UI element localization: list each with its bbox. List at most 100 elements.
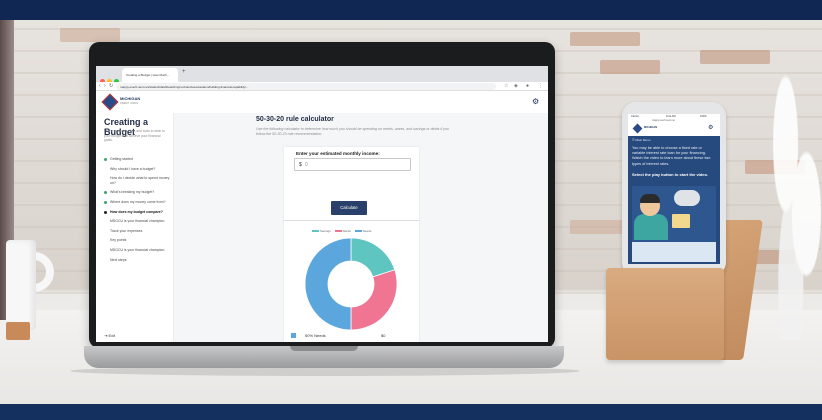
brand-name: MICHIGAN (120, 96, 141, 101)
phone-brand-name: MICHIGAN (644, 126, 658, 129)
brand-sub: CREDIT UNION (120, 102, 139, 105)
menu-label: Main Menu (635, 138, 651, 142)
legend-label: Needs (362, 229, 372, 233)
sidebar-item-why-budget[interactable]: Why should I have a budget? (104, 167, 172, 172)
page-description: Use the following calculator to determin… (256, 127, 449, 136)
legend-needs[interactable]: Needs (354, 229, 372, 233)
gear-icon[interactable]: ⚙ (532, 97, 539, 106)
sidebar-item-track-expenses[interactable]: Track your expenses (104, 229, 172, 234)
sidebar-item-money-from[interactable]: Where does my money come from? (104, 200, 172, 205)
sidebar-item-decide-spend[interactable]: How do I decide what to spend money on? (104, 176, 172, 185)
legend-swatch (312, 230, 319, 233)
legend-wants[interactable]: Wants (334, 229, 351, 233)
main-content: 50-30-20 rule calculator Use the followi… (174, 113, 548, 342)
sidebar-item-label: Where does my money come from? (110, 199, 166, 204)
sidebar-item-budget-compare[interactable]: How does my budget compare? (104, 210, 172, 215)
battery: 100% (700, 115, 707, 118)
clock: 9:41 AM (666, 115, 676, 118)
menu-icon[interactable]: ⋮ (538, 83, 543, 89)
exit-button[interactable]: ⇥ Exit (104, 333, 115, 338)
calculator-card: Enter your estimated monthly income: $ 0… (284, 147, 419, 342)
complete-dot-icon (104, 191, 107, 195)
forward-icon[interactable]: › (104, 83, 106, 89)
sidebar-item-label: MSGCU is your financial champion. (110, 219, 166, 224)
current-dot-icon (104, 210, 107, 214)
phone-main-menu[interactable]: ☰ Main Menu (632, 138, 650, 142)
sidebar-item-breaking-budget[interactable]: What's breaking my budget? (104, 190, 172, 195)
window-controls (100, 71, 122, 84)
income-input[interactable]: $ 0 (294, 158, 411, 171)
result-value: $0 (381, 333, 386, 338)
brick (60, 28, 120, 42)
legend-label: Wants (342, 229, 351, 233)
currency-symbol: $ (299, 162, 302, 168)
complete-dot-icon (104, 158, 107, 161)
sidebar-item-label: How do I decide what to spend money on? (110, 176, 170, 185)
stand-front (606, 268, 724, 360)
needs-swatch (291, 333, 296, 338)
sidebar-item-label: What's breaking my budget? (110, 190, 155, 195)
sidebar-item-label: Why should I have a budget? (110, 166, 156, 171)
brick (700, 50, 770, 64)
result-label: 50% Needs (305, 333, 326, 338)
income-value: 0 (305, 162, 308, 168)
url-field[interactable]: mappy.everfi-next.net/student/dashboard/… (116, 83, 496, 90)
sidebar-item-next-steps[interactable]: Next steps (104, 258, 172, 263)
bottom-band (0, 404, 822, 420)
legend-label: Savings (320, 229, 331, 233)
chart-legend: Savings Wants Needs (312, 229, 412, 235)
brick (570, 220, 630, 234)
top-band (0, 0, 822, 20)
reload-icon[interactable]: ↻ (109, 83, 113, 89)
extensions-icon[interactable]: ◈ (514, 83, 518, 89)
page-title: 50-30-20 rule calculator (256, 116, 334, 123)
divider (284, 220, 419, 221)
sidebar-item-label: Getting started (110, 157, 133, 161)
sidebar-item-label: Key points (110, 238, 127, 243)
profile-icon[interactable]: ● (526, 83, 529, 89)
sidebar-item-champion[interactable]: MSGCU is your financial champion. (104, 219, 172, 224)
sidebar-nav: Getting started Why should I have a budg… (104, 157, 172, 267)
back-icon[interactable]: ‹ (99, 83, 101, 89)
app-header: MICHIGAN CREDIT UNION ⚙ (96, 91, 548, 113)
gear-icon[interactable]: ⚙ (708, 124, 713, 131)
exit-label: Exit (108, 333, 116, 338)
person-body (634, 214, 668, 240)
document-icon (672, 214, 690, 228)
legend-swatch (354, 230, 362, 233)
person-hair (640, 194, 660, 203)
phone-instruction: Select the play button to start the vide… (632, 172, 709, 177)
app: MICHIGAN CREDIT UNION ⚙ Creating a Budge… (96, 91, 548, 342)
star-icon[interactable]: ☆ (504, 83, 508, 89)
mug-coaster (6, 322, 30, 340)
course-description: Learn strategies, tips, and tools to sti… (104, 129, 165, 142)
sidebar-item-key-points[interactable]: Key points (104, 238, 172, 243)
sidebar-item-label: MSGCU is your financial champion. (110, 247, 166, 252)
sidebar-item-label: Next steps (110, 257, 127, 262)
thought-cloud-icon (674, 190, 700, 206)
phone-screen: Carrier 9:41 AM 100% mappy.everfi-next.n… (628, 114, 720, 264)
browser-tabbar: Creating a Budget | How Much... + (96, 66, 548, 84)
sidebar-item-champion-2[interactable]: MSGCU is your financial champion. (104, 248, 172, 253)
phone-bottom-panel (632, 242, 716, 262)
flowers-decor (770, 60, 822, 340)
sidebar-item-label: Track your expenses (110, 228, 143, 233)
browser-tab[interactable]: Creating a Budget | How Much... (122, 68, 178, 82)
address-bar: ‹ › ↻ mappy.everfi-next.net/student/dash… (96, 82, 548, 91)
new-tab-icon[interactable]: + (182, 69, 186, 75)
laptop-screen: Creating a Budget | How Much... + ‹ › ↻ … (96, 66, 548, 342)
donut-slice-wants[interactable] (350, 269, 398, 331)
laptop-notch (290, 346, 358, 351)
sidebar-item-getting-started[interactable]: Getting started (104, 157, 172, 162)
result-row: 50% Needs $0 (291, 332, 416, 342)
legend-savings[interactable]: Savings (312, 229, 331, 233)
donut-slice-savings[interactable] (350, 237, 396, 278)
legend-swatch (334, 230, 342, 233)
phone-body-text: You may be able to choose a fixed rate o… (632, 146, 711, 166)
donut-slice-needs[interactable] (304, 237, 352, 331)
sidebar: Creating a Budget Learn strategies, tips… (96, 113, 174, 342)
income-label: Enter your estimated monthly income: (296, 151, 380, 156)
mug (6, 240, 36, 330)
phone-url: mappy.everfi-next.net (652, 119, 675, 122)
calculate-button[interactable]: Calculate (331, 201, 367, 215)
